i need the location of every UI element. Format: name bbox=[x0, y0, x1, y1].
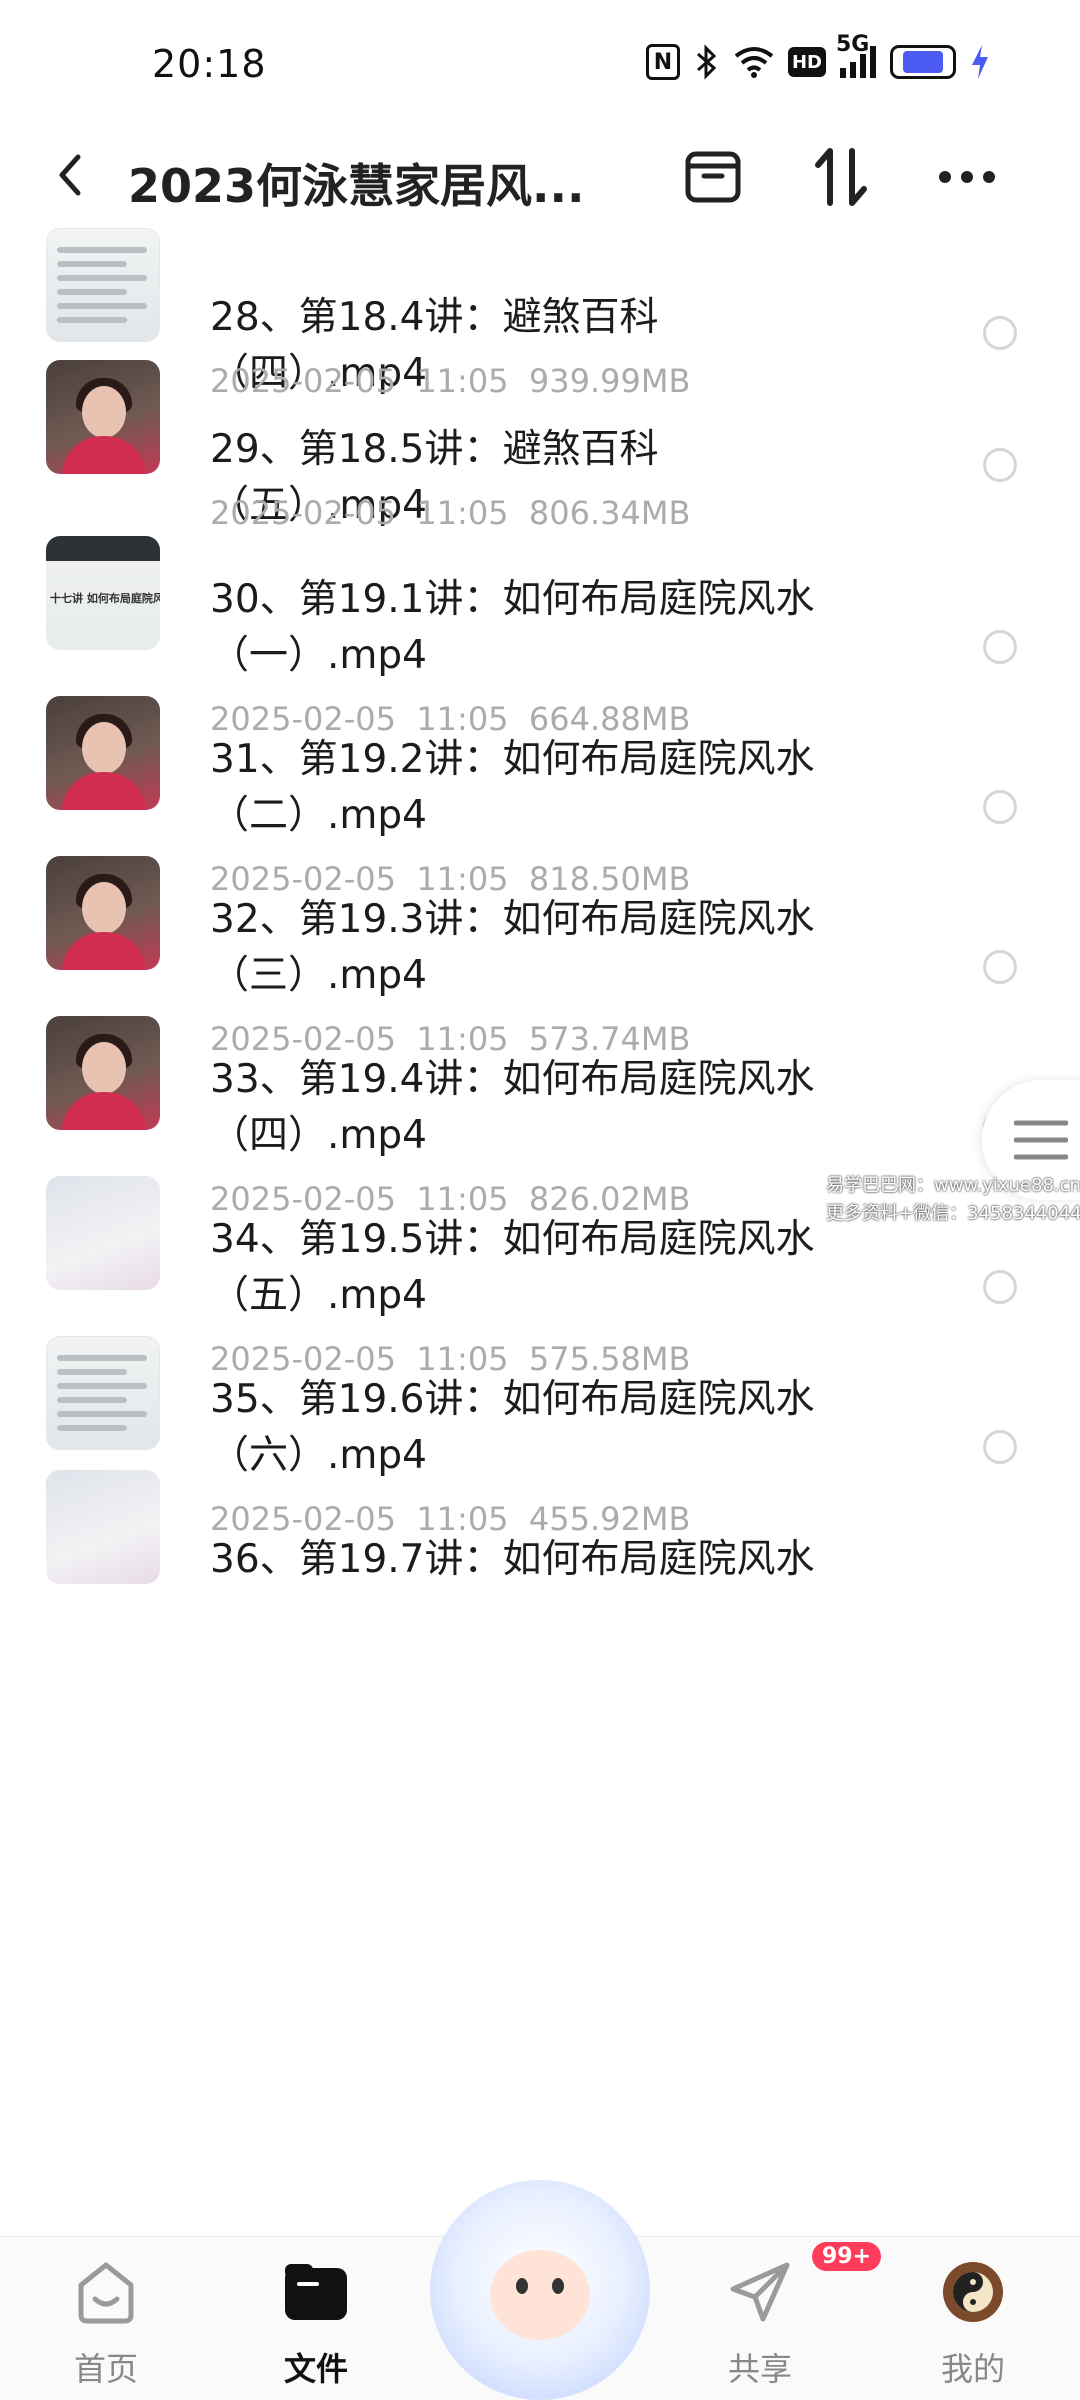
signal-5g-label: 5G bbox=[836, 32, 870, 57]
thumb-face bbox=[82, 386, 126, 438]
page-title: 2023何泳慧家居风... bbox=[128, 159, 585, 213]
file-list-item[interactable]: 31、第19.2讲：如何布局庭院风水（二）.mp4 2025-02-05 11:0… bbox=[0, 696, 1080, 898]
file-list-item[interactable]: 十七讲 如何布局庭院风 30、第19.1讲：如何布局庭院风水（一）.mp4 2025… bbox=[0, 536, 1080, 738]
video-thumbnail bbox=[46, 696, 160, 810]
nav-item-share[interactable]: 99+ 共享 bbox=[680, 2242, 882, 2388]
thumb-text-line bbox=[57, 289, 127, 295]
file-list-item[interactable]: 29、第18.5讲：避煞百科（五）.mp4 2025-02-05 11:05 80… bbox=[0, 360, 1080, 552]
select-radio[interactable] bbox=[983, 1270, 1017, 1304]
watermark: 易学巴巴网：www.yixue88.cn 更多资料+微信：3458344044 bbox=[826, 1172, 1080, 1228]
file-date: 2025-02-05 11:05 bbox=[210, 494, 509, 532]
thumb-text-line bbox=[57, 317, 127, 323]
thumb-text-line bbox=[57, 1397, 127, 1403]
video-thumbnail bbox=[46, 1016, 160, 1130]
thumb-face bbox=[82, 722, 126, 774]
sort-icon[interactable] bbox=[806, 142, 876, 212]
thumb-text-line bbox=[57, 1383, 147, 1389]
file-name: 30、第19.1讲：如何布局庭院风水（一）.mp4 bbox=[210, 577, 815, 678]
file-name: 31、第19.2讲：如何布局庭院风水（二）.mp4 bbox=[210, 737, 815, 838]
battery-icon bbox=[890, 45, 956, 79]
meta-spacer bbox=[509, 362, 529, 400]
thumb-face bbox=[82, 1042, 126, 1094]
back-icon[interactable] bbox=[50, 145, 90, 205]
status-bar: 20:18 N HD 5G bbox=[0, 0, 1080, 130]
thumb-text-line bbox=[57, 1425, 127, 1431]
thumb-face bbox=[82, 882, 126, 934]
select-radio[interactable] bbox=[983, 790, 1017, 824]
share-plane-icon: 99+ bbox=[726, 2242, 882, 2326]
file-meta: 2025-02-05 11:05 806.34MB bbox=[210, 494, 690, 532]
meta-spacer bbox=[509, 494, 529, 532]
thumb-body bbox=[62, 932, 146, 970]
video-thumbnail bbox=[46, 1470, 160, 1584]
watermark-line-1: 易学巴巴网：www.yixue88.cn bbox=[826, 1175, 1080, 1196]
file-name: 36、第19.7讲：如何布局庭院风水 bbox=[210, 1537, 815, 1582]
select-radio[interactable] bbox=[983, 316, 1017, 350]
profile-avatar-icon bbox=[939, 2258, 1007, 2326]
mascot-eye-right bbox=[552, 2278, 564, 2294]
file-list-item[interactable]: 36、第19.7讲：如何布局庭院风水 bbox=[0, 1470, 1080, 1662]
select-radio[interactable] bbox=[983, 950, 1017, 984]
file-name: 35、第19.6讲：如何布局庭院风水（六）.mp4 bbox=[210, 1377, 815, 1478]
nav-item-files[interactable]: 文件 bbox=[236, 2258, 396, 2388]
thumb-body bbox=[62, 436, 146, 474]
charging-bolt-icon bbox=[970, 45, 990, 79]
hd-icon: HD bbox=[788, 47, 826, 77]
menu-lines-icon bbox=[1014, 1120, 1068, 1160]
file-list-item[interactable]: 35、第19.6讲：如何布局庭院风水（六）.mp4 2025-02-05 11:0… bbox=[0, 1336, 1080, 1538]
thumb-text-line bbox=[57, 261, 127, 267]
battery-fill bbox=[902, 51, 944, 73]
video-thumbnail bbox=[46, 1176, 160, 1290]
folder-icon bbox=[282, 2258, 350, 2326]
assistant-mascot[interactable] bbox=[430, 2180, 650, 2400]
wifi-icon bbox=[734, 46, 774, 78]
share-badge: 99+ bbox=[812, 2242, 882, 2271]
signal-5g-icon: 5G bbox=[836, 32, 876, 78]
status-icons: N HD 5G bbox=[646, 32, 990, 80]
nav-label-mine: 我的 bbox=[940, 2350, 1005, 2388]
file-meta: 2025-02-05 11:05 939.99MB bbox=[210, 362, 690, 400]
mascot-face bbox=[490, 2250, 590, 2340]
more-icon[interactable] bbox=[932, 142, 1002, 212]
thumb-text-line bbox=[57, 275, 147, 281]
video-thumbnail bbox=[46, 856, 160, 970]
thumb-text-line bbox=[57, 1355, 147, 1361]
thumb-text-line bbox=[57, 1369, 127, 1375]
bluetooth-icon bbox=[694, 44, 720, 80]
nfc-icon: N bbox=[646, 44, 680, 80]
thumb-text-line bbox=[57, 1411, 147, 1417]
thumb-text-line bbox=[57, 303, 147, 309]
thumb-body bbox=[62, 772, 146, 810]
select-radio[interactable] bbox=[983, 448, 1017, 482]
watermark-line-2: 更多资料+微信：3458344044 bbox=[826, 1203, 1080, 1224]
home-icon bbox=[72, 2258, 140, 2326]
file-size: 806.34MB bbox=[528, 494, 691, 532]
file-size: 939.99MB bbox=[528, 362, 691, 400]
select-radio[interactable] bbox=[983, 630, 1017, 664]
nav-label-home: 首页 bbox=[73, 2350, 138, 2388]
video-thumbnail bbox=[46, 228, 160, 342]
file-name: 33、第19.4讲：如何布局庭院风水（四）.mp4 bbox=[210, 1057, 815, 1158]
video-thumbnail bbox=[46, 1336, 160, 1450]
nav-label-share: 共享 bbox=[727, 2350, 792, 2388]
mascot-eye-left bbox=[516, 2278, 528, 2294]
file-name: 32、第19.3讲：如何布局庭院风水（三）.mp4 bbox=[210, 897, 815, 998]
thumb-caption: 十七讲 如何布局庭院风 bbox=[50, 592, 160, 605]
nav-item-home[interactable]: 首页 bbox=[26, 2258, 186, 2388]
thumb-body bbox=[62, 1092, 146, 1130]
video-thumbnail: 十七讲 如何布局庭院风 bbox=[46, 536, 160, 650]
file-list-item[interactable]: 33、第19.4讲：如何布局庭院风水（四）.mp4 2025-02-05 11:0… bbox=[0, 1016, 1080, 1218]
select-radio[interactable] bbox=[983, 1430, 1017, 1464]
nav-item-mine[interactable]: 我的 bbox=[893, 2258, 1053, 2388]
status-time: 20:18 bbox=[152, 42, 267, 86]
video-thumbnail bbox=[46, 360, 160, 474]
nav-label-files: 文件 bbox=[283, 2350, 348, 2388]
file-name: 34、第19.5讲：如何布局庭院风水（五）.mp4 bbox=[210, 1217, 815, 1318]
box-icon[interactable] bbox=[678, 142, 748, 212]
file-date: 2025-02-05 11:05 bbox=[210, 362, 509, 400]
file-list-item[interactable]: 28、第18.4讲：避煞百科（四）.mp4 2025-02-05 11:05 93… bbox=[0, 228, 1080, 420]
thumb-text-line bbox=[57, 247, 147, 253]
file-list-item[interactable]: 32、第19.3讲：如何布局庭院风水（三）.mp4 2025-02-05 11:0… bbox=[0, 856, 1080, 1058]
